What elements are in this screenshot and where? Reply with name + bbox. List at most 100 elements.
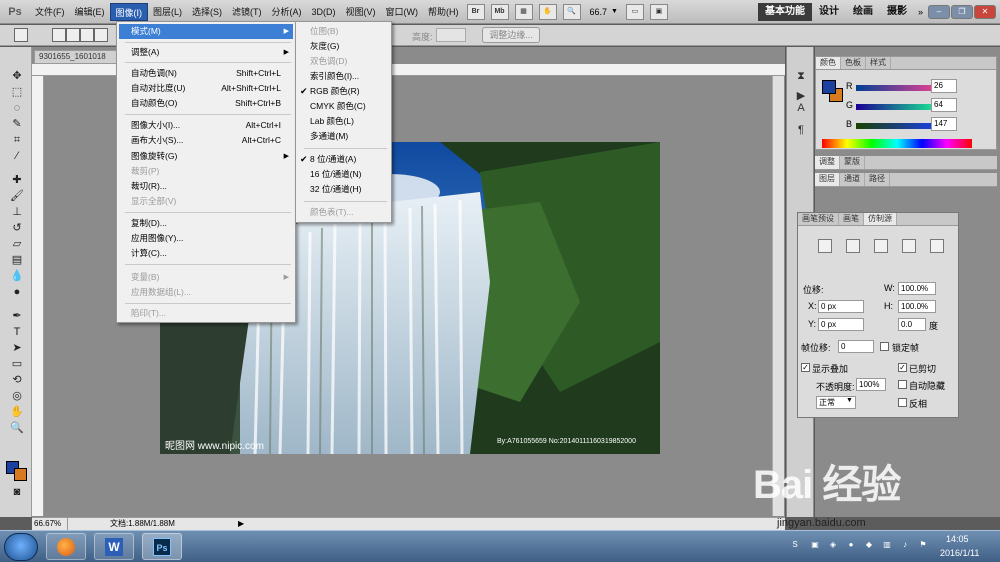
tray-icon-3[interactable]: ●	[846, 540, 856, 550]
blur-tool-icon[interactable]: 💧	[10, 269, 24, 283]
screen-mode-icon[interactable]: ▣	[649, 3, 668, 20]
menu-3d[interactable]: 3D(D)	[307, 3, 341, 21]
menu-view[interactable]: 视图(V)	[341, 3, 381, 21]
menu-item-image-size[interactable]: 图像大小(I)... Alt+Ctrl+I	[119, 118, 293, 133]
menu-item-apply-image[interactable]: 应用图像(Y)...	[119, 231, 293, 246]
clock-date[interactable]: 2016/1/11	[940, 548, 979, 558]
blend-mode-dropdown-icon[interactable]: ▼	[846, 397, 853, 404]
start-button[interactable]	[4, 533, 38, 561]
close-button[interactable]: ✕	[974, 4, 996, 19]
tab-clone-source[interactable]: 仿制源	[864, 213, 897, 225]
hand-tool-icon[interactable]: ✋	[538, 3, 557, 20]
menu-item-mode[interactable]: 模式(M) ▶	[119, 24, 293, 39]
r-value-field[interactable]: 26	[931, 79, 957, 93]
crop-tool-icon[interactable]: ⌗	[10, 133, 24, 147]
volume-icon[interactable]: ♪	[900, 540, 910, 550]
path-selection-tool-icon[interactable]: ➤	[10, 341, 24, 355]
mode-color-table[interactable]: 颜色表(T)...	[298, 205, 389, 220]
history-panel-icon[interactable]: ⧗	[794, 69, 808, 83]
zoom-dropdown-icon[interactable]: ▼	[611, 8, 618, 15]
menu-help[interactable]: 帮助(H)	[423, 3, 464, 21]
frame-offset-field[interactable]: 0	[838, 340, 874, 353]
grid-view-icon[interactable]: ▦	[514, 3, 533, 20]
clone-source-5-icon[interactable]	[930, 239, 944, 253]
marquee-tool-icon[interactable]: ⬚	[10, 85, 24, 99]
clock-time[interactable]: 14:05	[946, 534, 969, 544]
invert-checkbox[interactable]	[898, 398, 907, 407]
status-zoom-field[interactable]: 66.67%	[32, 518, 68, 530]
gradient-tool-icon[interactable]: ▤	[10, 253, 24, 267]
menu-select[interactable]: 选择(S)	[187, 3, 227, 21]
refine-edge-button[interactable]: 调整边缘...	[482, 27, 540, 43]
mode-lab-color[interactable]: Lab 颜色(L)	[298, 114, 389, 129]
tab-swatches[interactable]: 色板	[841, 57, 866, 69]
opacity-field[interactable]: 100%	[856, 378, 886, 391]
brush-tool-icon[interactable]: 🖌	[10, 189, 24, 203]
menu-item-canvas-size[interactable]: 画布大小(S)... Alt+Ctrl+C	[119, 133, 293, 148]
move-tool-icon[interactable]: ✥	[10, 69, 24, 83]
menu-item-adjust[interactable]: 调整(A) ▶	[119, 45, 293, 60]
h-field[interactable]: 100.0%	[898, 300, 936, 313]
workspace-design[interactable]: 设计	[812, 3, 846, 21]
taskbar-photoshop[interactable]: Ps	[142, 533, 182, 560]
bridge-icon[interactable]: Br	[466, 3, 485, 20]
menu-window[interactable]: 窗口(W)	[381, 3, 424, 21]
mode-grayscale[interactable]: 灰度(G)	[298, 39, 389, 54]
mode-8-bit[interactable]: ✔ 8 位/通道(A)	[298, 152, 389, 167]
clone-source-1-icon[interactable]	[818, 239, 832, 253]
dodge-tool-icon[interactable]: ●	[10, 285, 24, 299]
workspace-essentials[interactable]: 基本功能	[757, 2, 812, 21]
eyedropper-tool-icon[interactable]: ⁄	[10, 149, 24, 163]
lasso-tool-icon[interactable]: ◌	[10, 101, 24, 115]
mode-16-bit[interactable]: 16 位/通道(N)	[298, 167, 389, 182]
arrange-documents-icon[interactable]: ▭	[625, 3, 644, 20]
document-tab[interactable]: 9301655_1601018	[34, 50, 124, 64]
tab-paths[interactable]: 路径	[865, 173, 890, 186]
marquee-preset-icon[interactable]	[14, 28, 28, 42]
workspace-more-icon[interactable]: »	[918, 7, 923, 17]
taskbar-firefox[interactable]	[46, 533, 86, 560]
paragraph-panel-icon[interactable]: ¶	[794, 123, 808, 137]
background-color-swatch[interactable]	[14, 468, 27, 481]
menu-item-variables[interactable]: 变量(B) ▶	[119, 270, 293, 285]
foreground-color-swatch[interactable]	[822, 80, 836, 94]
tray-icon-4[interactable]: ◆	[864, 540, 874, 550]
3d-rotate-tool-icon[interactable]: ⟲	[10, 373, 24, 387]
mode-multichannel[interactable]: 多通道(M)	[298, 129, 389, 144]
menu-item-auto-contrast[interactable]: 自动对比度(U) Alt+Shift+Ctrl+L	[119, 81, 293, 96]
lock-frame-checkbox[interactable]	[880, 342, 889, 351]
quick-select-tool-icon[interactable]: ✎	[10, 117, 24, 131]
flag-icon[interactable]: ⚑	[918, 540, 928, 550]
zoom-tool-icon[interactable]: 🔍	[562, 3, 581, 20]
quick-mask-icon[interactable]: ◙	[10, 485, 24, 499]
height-field[interactable]	[436, 28, 466, 42]
auto-hide-checkbox[interactable]	[898, 380, 907, 389]
menu-file[interactable]: 文件(F)	[30, 3, 70, 21]
restore-button[interactable]: ❐	[951, 4, 973, 19]
menu-item-trap[interactable]: 陷印(T)...	[119, 306, 293, 321]
tab-brush[interactable]: 画笔	[839, 213, 864, 225]
menu-edit[interactable]: 编辑(E)	[70, 3, 110, 21]
3d-orbit-tool-icon[interactable]: ◎	[10, 389, 24, 403]
menu-item-crop[interactable]: 裁剪(P)	[119, 164, 293, 179]
subtract-selection-icon[interactable]	[80, 28, 94, 42]
mode-rgb-color[interactable]: ✔ RGB 颜色(R)	[298, 84, 389, 99]
taskbar-word[interactable]: W	[94, 533, 134, 560]
menu-item-trim[interactable]: 裁切(R)...	[119, 179, 293, 194]
tab-brush-presets[interactable]: 画笔预设	[798, 213, 839, 225]
menu-item-auto-color[interactable]: 自动颜色(O) Shift+Ctrl+B	[119, 96, 293, 111]
clone-source-3-icon[interactable]	[874, 239, 888, 253]
y-field[interactable]: 0 px	[818, 318, 864, 331]
mode-32-bit[interactable]: 32 位/通道(H)	[298, 182, 389, 197]
type-tool-icon[interactable]: T	[10, 325, 24, 339]
vertical-scrollbar[interactable]	[772, 76, 784, 516]
menu-item-auto-tone[interactable]: 自动色调(N) Shift+Ctrl+L	[119, 66, 293, 81]
mode-indexed-color[interactable]: 索引颜色(I)...	[298, 69, 389, 84]
b-value-field[interactable]: 147	[931, 117, 957, 131]
tab-color[interactable]: 颜色	[816, 57, 841, 69]
history-brush-tool-icon[interactable]: ↺	[10, 221, 24, 235]
clone-stamp-tool-icon[interactable]: ⊥	[10, 205, 24, 219]
zoom-level[interactable]: 66.7	[590, 7, 608, 17]
add-selection-icon[interactable]	[66, 28, 80, 42]
show-overlay-checkbox[interactable]: ✓	[801, 363, 810, 372]
